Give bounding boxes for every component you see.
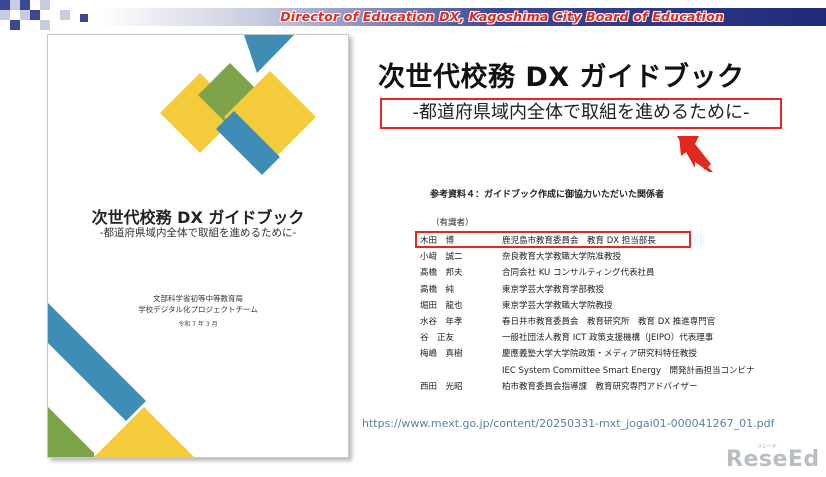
member-name: 髙橋 邦夫	[420, 268, 463, 279]
list-item: 谷 正友 一般社団法人教育 ICT 政策支援機構（JEIPO）代表理事	[420, 330, 800, 346]
member-affiliation: 奈良教育大学教職大学院准教授	[502, 252, 622, 263]
cover-date: 令和 7 年 3 月	[178, 321, 218, 328]
member-name: 堀田 龍也	[420, 300, 463, 311]
member-affiliation: 合同会社 KU コンサルティング代表社員	[502, 268, 655, 279]
slide-subtitle-highlight: -都道府県域内全体で取組を進めるために-	[380, 98, 782, 129]
list-item: 髙橋 邦夫 合同会社 KU コンサルティング代表社員	[420, 265, 800, 281]
member-list: 木田 博 鹿児島市教育委員会 教育 DX 担当部長 小﨑 誠二 奈良教育大学教職…	[420, 233, 800, 395]
members-group-label: （有識者）	[431, 218, 474, 228]
slide-subtitle: -都道府県域内全体で取組を進めるために-	[412, 102, 750, 123]
highlighted-member-box	[415, 231, 691, 248]
list-item: 水谷 年孝 春日井市教育委員会 教育研究所 教育 DX 推進専門官	[420, 314, 800, 330]
member-name: 西田 光昭	[420, 381, 463, 392]
list-item: 梅嶋 真樹 慶應義塾大学大学院政策・メディア研究科特任教授	[420, 346, 800, 362]
cover-geometric-shapes	[48, 35, 316, 457]
member-name: 谷 正友	[420, 333, 455, 344]
cover-org-line2: 学校デジタル化プロジェクトチーム	[138, 305, 258, 314]
slide-title: 次世代校務 DX ガイドブック	[378, 62, 745, 93]
member-affiliation: IEC System Committee Smart Energy 開発計画担当…	[502, 365, 755, 376]
list-item: 西田 光昭 柏市教育委員会指導課 教育研究専門アドバイザー	[420, 379, 800, 395]
member-name: 水谷 年孝	[420, 316, 463, 327]
reference-heading: 参考資料４：ガイドブック作成に御協力いただいた関係者	[430, 190, 665, 200]
list-item: 堀田 龍也 東京学芸大学教職大学院教授	[420, 298, 800, 314]
source-url-link[interactable]: https://www.mext.go.jp/content/20250331-…	[362, 417, 774, 430]
member-affiliation: 一般社団法人教育 ICT 政策支援機構（JEIPO）代表理事	[502, 333, 714, 344]
member-name: 高橋 純	[420, 284, 455, 295]
banner-title: Director of Education DX, Kagoshima City…	[280, 9, 724, 24]
cover-shape-yellow-bottom	[94, 407, 194, 457]
list-item: IEC System Committee Smart Energy 開発計画担当…	[420, 363, 800, 379]
member-name: 小﨑 誠二	[420, 252, 463, 263]
member-affiliation: 慶應義塾大学大学院政策・メディア研究科特任教授	[502, 349, 697, 360]
member-affiliation: 春日井市教育委員会 教育研究所 教育 DX 推進専門官	[502, 316, 716, 327]
cover-org-line1: 文部科学省初等中等教育局	[153, 294, 243, 303]
member-name: 梅嶋 真樹	[420, 349, 463, 360]
member-affiliation: 東京学芸大学教職大学院教授	[502, 300, 613, 311]
guidebook-cover: 次世代校務 DX ガイドブック -都道府県域内全体で取組を進めるために- 文部科…	[47, 34, 349, 458]
cover-organization: 文部科学省初等中等教育局 学校デジタル化プロジェクトチーム	[48, 293, 348, 315]
red-arrow-icon	[677, 136, 713, 172]
cover-subtitle: -都道府県域内全体で取組を進めるために-	[99, 227, 297, 239]
list-item: 小﨑 誠二 奈良教育大学教職大学院准教授	[420, 249, 800, 265]
header-banner: Director of Education DX, Kagoshima City…	[0, 0, 826, 34]
list-item: 高橋 純 東京学芸大学教育学部教授	[420, 282, 800, 298]
cover-shape-green-bottom	[48, 407, 94, 457]
member-affiliation: 東京学芸大学教育学部教授	[502, 284, 605, 295]
reseed-logo: ReseEd	[726, 447, 820, 472]
cover-shape-blue-top	[244, 35, 294, 73]
member-affiliation: 柏市教育委員会指導課 教育研究専門アドバイザー	[502, 381, 698, 392]
